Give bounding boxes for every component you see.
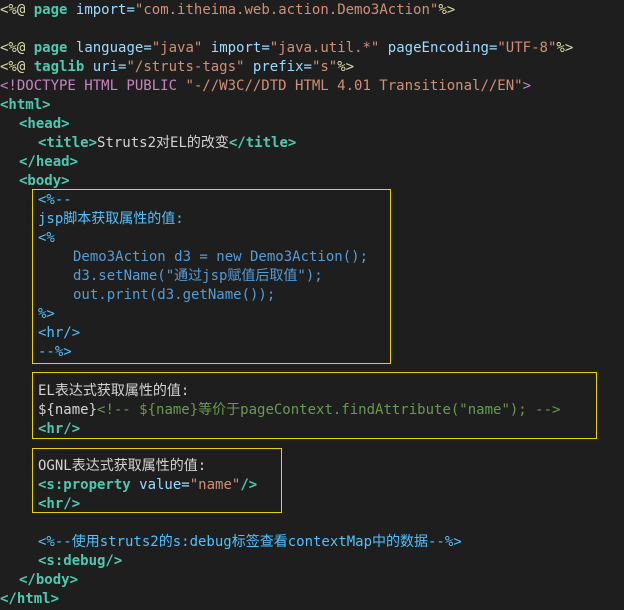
code-line-title: <title>Struts2对EL的改变</title> [38, 134, 296, 153]
jsp-directive-open: <%@ [0, 2, 26, 18]
el-expression: ${name} [38, 402, 98, 418]
jsp-comment-label: jsp脚本获取属性的值: [38, 211, 184, 227]
attr-import: import= [210, 40, 270, 56]
code-line-ognl-hr: <hr/> [38, 495, 80, 514]
jsp-directive-close: %> [438, 2, 456, 18]
doctype-close: > [522, 78, 532, 94]
title-text: Struts2对EL的改变 [97, 135, 229, 151]
body-close-tag: </body> [19, 572, 79, 588]
s-property-attr: value= [130, 477, 190, 493]
value-language: "java" [151, 40, 203, 56]
s-property-close: /> [240, 477, 258, 493]
code-line-el-hr: <hr/> [38, 420, 80, 439]
value-import: "com.itheima.web.action.Demo3Action" [134, 2, 439, 18]
code-line-html-close: </html> [0, 590, 59, 609]
jsp-directive-close: %> [337, 59, 355, 75]
code-line-taglib: <%@ taglib uri="/struts-tags" prefix="s"… [0, 58, 354, 77]
jsp-comment-close: --%> [38, 344, 72, 360]
title-close-tag: </title> [228, 135, 297, 151]
scriptlet-close: %> [38, 306, 55, 322]
hr-in-comment: <hr/> [38, 325, 81, 341]
code-line-el-expression: ${name}<!-- ${name}等价于pageContext.findAt… [38, 401, 560, 420]
code-line-page-import: <%@ page import="com.itheima.web.action.… [0, 1, 455, 20]
el-hr-tag: <hr/> [38, 421, 81, 437]
attr-prefix: prefix= [252, 59, 312, 75]
code-line-doctype: <!DOCTYPE HTML PUBLIC "-//W3C//DTD HTML … [0, 77, 531, 96]
code-line-html-open: <html> [0, 96, 51, 115]
code-line-body-close: </body> [19, 571, 78, 590]
s-property-value: "name" [189, 477, 241, 493]
code-line-head-open: <head> [19, 115, 70, 134]
jsp-directive-close: %> [556, 40, 574, 56]
code-line-page-language: <%@ page language="java" import="java.ut… [0, 39, 573, 58]
doctype-rest: HTML PUBLIC [75, 78, 186, 94]
ognl-label: OGNL表达式获取属性的值: [38, 458, 207, 474]
doctype-value: "-//W3C//DTD HTML 4.01 Transitional//EN" [185, 78, 523, 94]
directive-page: page [33, 2, 68, 18]
head-close-tag: </head> [19, 154, 79, 170]
jsp-directive-open: <%@ [0, 40, 26, 56]
s-debug-tag: <s:debug/> [38, 553, 123, 569]
head-open-tag: <head> [19, 116, 70, 132]
code-editor[interactable]: <%@ page import="com.itheima.web.action.… [0, 0, 624, 610]
html-close-tag: </html> [0, 591, 60, 607]
directive-page: page [33, 40, 68, 56]
code-line-s-property: <s:property value="name"/> [38, 476, 257, 495]
html-open-tag: <html> [0, 97, 51, 113]
el-label: EL表达式获取属性的值: [38, 383, 190, 399]
jsp-comment-open: <%-- [38, 192, 72, 208]
doctype-keyword: <!DOCTYPE [0, 78, 76, 94]
value-prefix: "s" [311, 59, 338, 75]
code-line-head-close: </head> [19, 153, 78, 172]
java-line-2: d3.setName("通过jsp赋值后取值"); [73, 268, 323, 284]
value-import: "java.util.*" [269, 40, 380, 56]
directive-taglib: taglib [33, 59, 85, 75]
attr-language: language= [75, 40, 152, 56]
value-uri: "/struts-tags" [126, 59, 245, 75]
el-html-comment: <!-- ${name}等价于pageContext.findAttribute… [97, 402, 561, 418]
title-open-tag: <title> [38, 135, 98, 151]
debug-comment: <%--使用struts2的s:debug标签查看contextMap中的数据-… [38, 534, 462, 550]
java-line-3: out.print(d3.getName()); [73, 287, 276, 303]
attr-page-encoding: pageEncoding= [387, 40, 498, 56]
jsp-directive-open: <%@ [0, 59, 26, 75]
java-line-1: Demo3Action d3 = new Demo3Action(); [73, 249, 369, 265]
body-open-tag: <body> [19, 173, 70, 189]
attr-import: import= [75, 2, 135, 18]
code-line-s-debug: <s:debug/> [38, 552, 122, 571]
ognl-hr-tag: <hr/> [38, 496, 81, 512]
s-property-open-tag: <s:property [38, 477, 131, 493]
attr-uri: uri= [92, 59, 127, 75]
value-page-encoding: "UTF-8" [497, 40, 557, 56]
scriptlet-open: <% [38, 230, 55, 246]
